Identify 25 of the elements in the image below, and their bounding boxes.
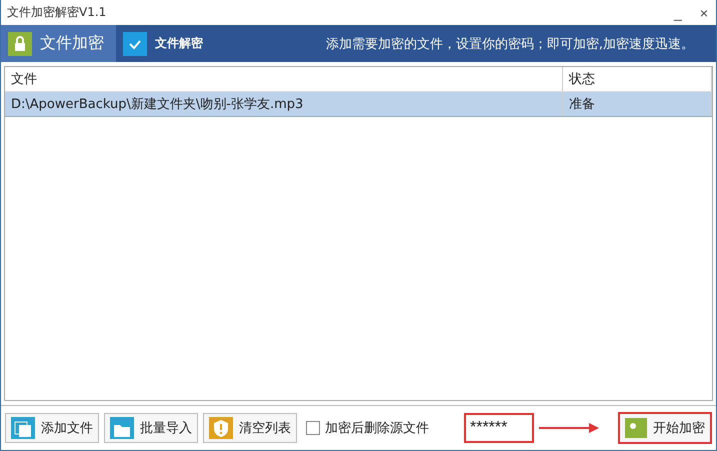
column-header[interactable]: 文件 <box>5 67 563 91</box>
tab[interactable]: 文件加密 <box>1 25 116 62</box>
documents-icon <box>11 417 35 439</box>
password-field[interactable]: ****** <box>464 413 534 443</box>
start-encrypt-button[interactable]: 开始加密 <box>618 412 712 444</box>
table-row[interactable]: D:\ApowerBackup\新建文件夹\吻别-张学友.mp3 准备 <box>5 92 712 117</box>
checkbox[interactable] <box>306 421 320 435</box>
checkbox-label: 加密后删除源文件 <box>325 420 429 437</box>
shield-warning-icon <box>209 417 233 439</box>
toolbar-button[interactable]: 批量导入 <box>104 413 198 443</box>
close-button[interactable]: × <box>698 4 710 20</box>
hint-text: 添加需要加密的文件，设置你的密码；即可加密,加密速度迅速。 <box>326 36 695 52</box>
checkmark-icon <box>123 32 147 56</box>
minimize-button[interactable]: _ <box>672 4 684 20</box>
table-cell: D:\ApowerBackup\新建文件夹\吻别-张学友.mp3 <box>5 92 563 116</box>
table-cell: 准备 <box>563 92 712 116</box>
toolbar-button[interactable]: 添加文件 <box>5 413 99 443</box>
folder-icon <box>110 417 134 439</box>
window-title: 文件加密解密V1.1 <box>7 4 106 21</box>
arrow <box>539 423 599 433</box>
tab[interactable]: 文件解密 <box>116 25 215 62</box>
image-icon <box>625 418 647 438</box>
toolbar-button[interactable]: 清空列表 <box>203 413 297 443</box>
lock-icon <box>8 32 32 56</box>
column-header[interactable]: 状态 <box>563 67 712 91</box>
